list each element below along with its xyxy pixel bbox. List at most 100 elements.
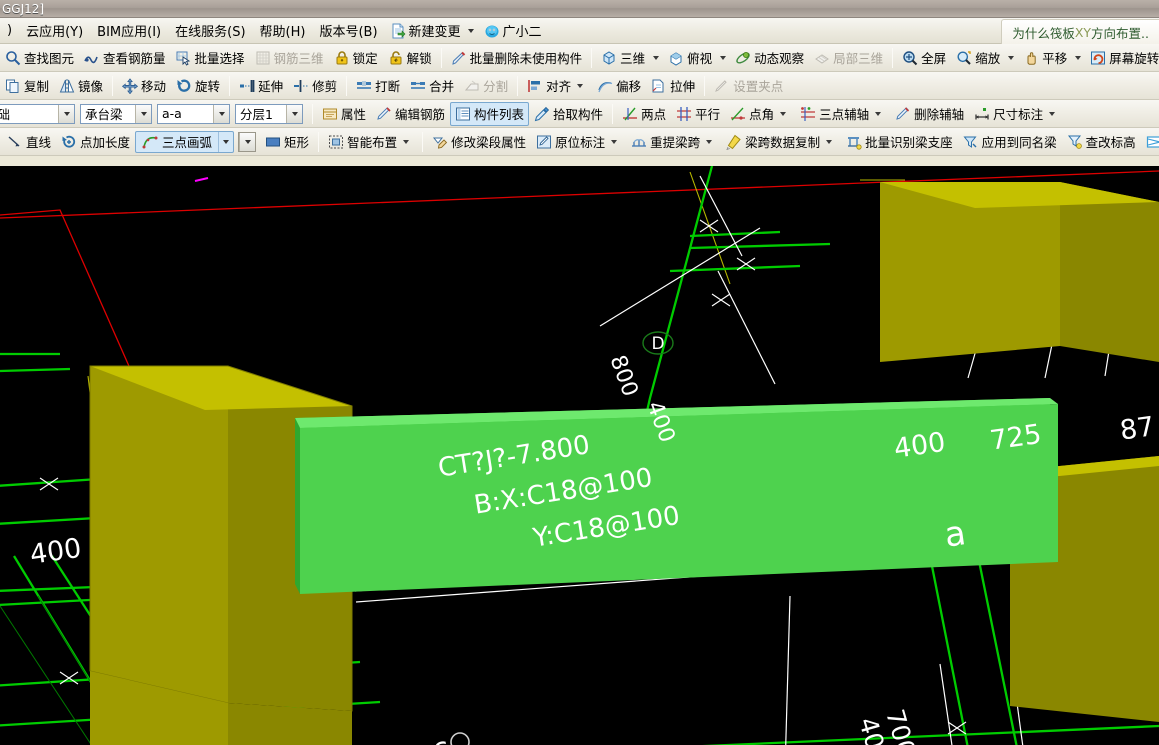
member-list-icon [455, 106, 471, 122]
tb-mirror[interactable]: 镜像 [54, 74, 108, 98]
tb-lock[interactable]: 锁定 [329, 46, 383, 70]
tb-dimension[interactable]: 尺寸标注 [969, 102, 1064, 126]
tb-apply-same-beam-label: 应用到同名梁 [981, 135, 1057, 150]
tb-rectangle[interactable]: 矩形 [260, 130, 314, 154]
chevron-down-icon[interactable] [219, 139, 233, 144]
chevron-down-icon[interactable] [653, 55, 660, 60]
help-tab[interactable]: 为什么筏板 XY 方向布置.. [1001, 19, 1159, 44]
tb-3d-view[interactable]: 三维 [596, 46, 650, 70]
tb-unlock[interactable]: 解锁 [383, 46, 437, 70]
chevron-down-icon[interactable] [875, 111, 882, 116]
tb-fullscreen[interactable]: 全屏 [897, 46, 951, 70]
tb-rotate-label: 旋转 [195, 79, 221, 94]
tb-smart-layout[interactable]: 智能布置 [323, 130, 418, 154]
tb-set-grip[interactable]: 设置夹点 [709, 74, 788, 98]
tb-re-extract-span[interactable]: 重提梁跨 [626, 130, 721, 154]
chevron-down-icon[interactable] [58, 104, 74, 123]
tb-offset-label: 偏移 [616, 79, 642, 94]
chevron-down-icon[interactable] [403, 139, 410, 144]
tb-rebar-3d[interactable]: 钢筋三维 [250, 46, 329, 70]
tb-delete-axis[interactable]: 删除辅轴 [890, 102, 969, 126]
chevron-down-icon[interactable] [826, 139, 833, 144]
chevron-down-icon[interactable] [1008, 55, 1015, 60]
menu-item-0[interactable]: ) [0, 21, 19, 40]
tb-trim[interactable]: 修剪 [288, 74, 342, 98]
toolbar-edit: 复制 镜像 移动 旋转 延伸 修剪 打断 合并 分割 对齐 偏移 拉伸 设置夹点 [0, 72, 1159, 100]
menu-item-version[interactable]: 版本号(B) [312, 19, 384, 42]
tb-offset[interactable]: 偏移 [592, 74, 646, 98]
tb-batch-delete-unused[interactable]: 批量删除未使用构件 [446, 46, 588, 70]
tb-align[interactable]: 对齐 [522, 74, 592, 98]
tb-check-elevation[interactable]: 查改标高 [1062, 130, 1141, 154]
tb-in-situ-annotation[interactable]: 原位标注 [531, 130, 626, 154]
tb-batch-identify-support[interactable]: 批量识别梁支座 [841, 130, 958, 154]
combo-layer[interactable]: 分层1 [235, 103, 303, 124]
chevron-down-icon[interactable] [286, 104, 302, 123]
tb-top-view[interactable]: 俯视 [663, 46, 717, 70]
tb-stretch[interactable]: 拉伸 [646, 74, 700, 98]
chevron-down-icon[interactable] [706, 139, 713, 144]
tb-partial-3d[interactable]: 局部三维 [809, 46, 888, 70]
screen-rotate-icon [1090, 50, 1106, 66]
tb-span-data-copy[interactable]: 梁跨数据复制 [721, 130, 841, 154]
tb-generate-side-rebar[interactable]: 生成侧面筋 [1141, 130, 1159, 154]
tb-extend[interactable]: 延伸 [234, 74, 288, 98]
batch-identify-support-icon [846, 134, 862, 150]
chevron-down-icon[interactable] [780, 111, 787, 116]
tb-split[interactable]: 分割 [459, 74, 513, 98]
chevron-down-icon[interactable] [135, 104, 151, 123]
chevron-down-icon[interactable] [577, 83, 584, 88]
chevron-down-icon[interactable] [1075, 55, 1082, 60]
tb-three-point-axis[interactable]: 三点辅轴 [795, 102, 890, 126]
menu-item-online-service[interactable]: 在线服务(S) [168, 19, 252, 42]
tb-view-rebar[interactable]: 查看钢筋量 [79, 46, 171, 70]
tb-line[interactable]: 直线 [2, 130, 56, 154]
menu-item-cloud[interactable]: 云应用(Y) [19, 19, 90, 42]
menu-item-bim[interactable]: BIM应用(I) [90, 19, 168, 42]
tb-rotate[interactable]: 旋转 [171, 74, 225, 98]
member-block-right-top[interactable] [880, 182, 1159, 362]
combo-member-name[interactable]: a-a [157, 103, 230, 124]
chevron-down-icon[interactable] [239, 132, 256, 151]
model-3d-viewport[interactable]: D 800 400 400 725 87 400 CT?J?-7.800 B:X… [0, 166, 1159, 745]
chevron-down-icon[interactable] [611, 139, 618, 144]
tb-apply-same-beam[interactable]: 应用到同名梁 [958, 130, 1062, 154]
tb-merge[interactable]: 合并 [405, 74, 459, 98]
tb-screen-rotate[interactable]: 屏幕旋转 [1085, 46, 1159, 70]
tb-three-point-arc[interactable]: 三点画弧 [135, 130, 235, 153]
tb-two-point[interactable]: 两点 [617, 102, 671, 126]
tb-parallel[interactable]: 平行 [671, 102, 725, 126]
tb-pick-member[interactable]: 拾取构件 [529, 102, 608, 126]
offset-icon [597, 78, 613, 94]
selected-beam[interactable] [295, 398, 1058, 594]
tb-zoom[interactable]: 缩放 [951, 46, 1005, 70]
edit-beam-seg-icon [432, 134, 448, 150]
combo-category[interactable]: 基础 [0, 103, 75, 124]
arc-option-combo[interactable] [238, 131, 257, 152]
tb-dynamic-orbit[interactable]: 动态观察 [730, 46, 809, 70]
tb-edit-rebar[interactable]: 编辑钢筋 [371, 102, 450, 126]
tb-copy[interactable]: 复制 [0, 74, 54, 98]
delete-axis-icon [895, 106, 911, 122]
combo-member-type[interactable]: 承台梁 [80, 103, 152, 124]
chevron-down-icon[interactable] [467, 28, 474, 33]
chevron-down-icon[interactable] [720, 55, 727, 60]
tb-move[interactable]: 移动 [117, 74, 171, 98]
menu-item-help[interactable]: 帮助(H) [253, 19, 313, 42]
tb-properties[interactable]: 属性 [317, 102, 371, 126]
tb-pick-member-label: 拾取构件 [553, 107, 604, 122]
help-tab-xy: XY [1074, 24, 1092, 40]
tb-point-length[interactable]: 点加长度 [56, 130, 135, 154]
tb-find-element[interactable]: 查找图元 [0, 46, 79, 70]
tb-edit-beam-segment[interactable]: 修改梁段属性 [427, 130, 531, 154]
chevron-down-icon[interactable] [213, 104, 229, 123]
chevron-down-icon[interactable] [1049, 111, 1056, 116]
tb-pan[interactable]: 平移 [1018, 46, 1072, 70]
tb-batch-select[interactable]: 批量选择 [171, 46, 250, 70]
tb-point-angle[interactable]: 点角 [725, 102, 795, 126]
tb-member-list[interactable]: 构件列表 [450, 101, 530, 126]
top-view-icon [668, 50, 684, 66]
account-button[interactable]: 广小二 [479, 20, 547, 41]
new-change-button[interactable]: 新建变更 [385, 20, 479, 41]
tb-break[interactable]: 打断 [351, 74, 405, 98]
